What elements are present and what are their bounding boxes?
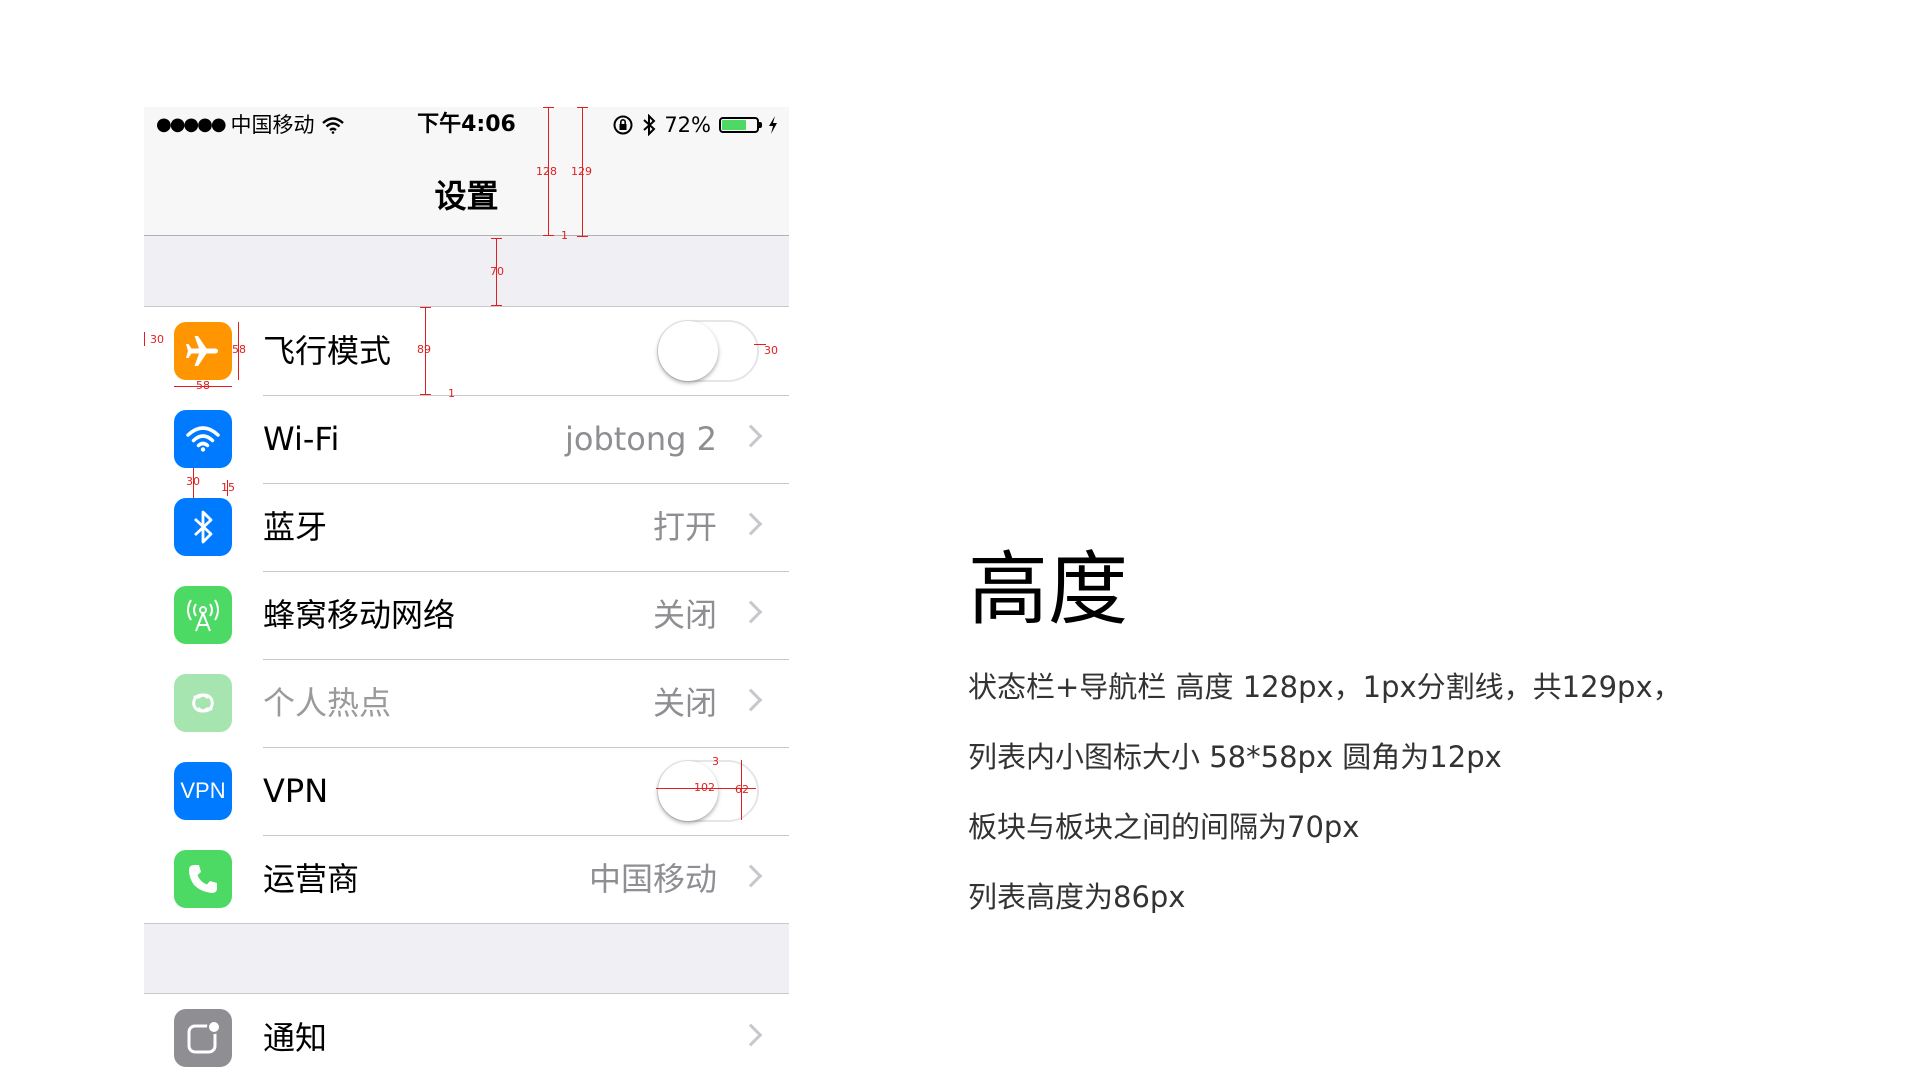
settings-row-6[interactable]: VPN VPN (144, 747, 789, 835)
dim-label-toggle-pad: 3 (712, 755, 719, 768)
battery-level-fill (722, 120, 747, 130)
spec-note: 状态栏+导航栏 高度 128px，1px分割线，共129px， (968, 670, 1682, 704)
settings-row-7[interactable]: 运营商 中国移动 (144, 835, 789, 923)
wifi-icon (174, 410, 232, 468)
settings-row-label: 运营商 (263, 860, 360, 898)
dim-label-icon-width: 58 (196, 379, 210, 392)
spec-title: 高度 (968, 543, 1128, 636)
settings-row-label: 蓝牙 (263, 508, 328, 546)
settings-row-label: 个人热点 (263, 684, 392, 722)
battery-percent: 72% (664, 113, 711, 137)
bluetooth-icon (174, 498, 232, 556)
settings-row-label: 蜂窝移动网络 (263, 596, 456, 634)
settings-row-label: Wi-Fi (263, 420, 340, 458)
charging-bolt-icon (769, 116, 777, 134)
toggle-knob (658, 321, 718, 381)
dim-tick (420, 307, 431, 308)
dim-label-left-margin: 30 (150, 333, 164, 346)
dim-label-divider: 1 (561, 229, 568, 242)
chevron-right-icon (739, 688, 763, 712)
settings-screen: ●●●●● 中国移动 下午4:06 72% 设置 飞行模式 Wi-Fi jobt… (144, 107, 789, 1080)
settings-row-value: 打开 (652, 508, 717, 546)
settings-group-notifications: 通知 (144, 994, 789, 1080)
spec-note: 板块与板块之间的间隔为70px (968, 810, 1360, 844)
settings-row-value: jobtong 2 (564, 420, 717, 458)
dim-label-toggle-height: 62 (735, 783, 749, 796)
dim-label-toggle-width: 102 (694, 781, 715, 794)
dim-label-icon-top: 15 (221, 481, 235, 494)
dim-tick (491, 305, 502, 306)
status-and-nav-bar: ●●●●● 中国移动 下午4:06 72% 设置 (144, 107, 789, 236)
settings-row-2[interactable]: Wi-Fi jobtong 2 (144, 395, 789, 483)
dim-tick (577, 236, 588, 237)
dim-label-header-total: 129 (571, 165, 592, 178)
settings-row-1[interactable]: 通知 (144, 994, 789, 1080)
dim-tick (144, 332, 145, 346)
hotspot-link-icon (174, 674, 232, 732)
dim-label-row-divider: 1 (448, 387, 455, 400)
dim-label-icon-height: 58 (232, 343, 246, 356)
dim-label-right-margin: 30 (764, 344, 778, 357)
settings-row-3[interactable]: 蓝牙 打开 (144, 483, 789, 571)
cellular-antenna-icon (174, 586, 232, 644)
notification-icon (174, 1009, 232, 1067)
phone-icon (174, 850, 232, 908)
settings-row-value: 中国移动 (588, 860, 717, 898)
settings-row-label: VPN (263, 772, 329, 810)
settings-group-connectivity: 飞行模式 Wi-Fi jobtong 2 蓝牙 打开 蜂窝移动网络 关闭 个人热点 关闭 VPN V… (144, 307, 789, 923)
bluetooth-status-icon (643, 114, 656, 136)
dim-tick (543, 107, 554, 108)
dim-tick (491, 238, 502, 239)
dim-label-row-height: 89 (417, 343, 431, 356)
status-right: 72% (612, 113, 779, 137)
vpn-icon: VPN (174, 762, 232, 820)
group-bottom-divider (144, 923, 789, 924)
settings-row-label: 通知 (263, 1019, 328, 1057)
spec-note: 列表内小图标大小 58*58px 圆角为12px (968, 740, 1502, 774)
spec-note: 列表高度为86px (968, 880, 1186, 914)
chevron-right-icon (739, 600, 763, 624)
settings-row-value: 关闭 (652, 684, 717, 722)
page-title: 设置 (434, 177, 499, 215)
dim-label-icon-gap: 30 (186, 475, 200, 488)
dim-label-header-height: 128 (536, 165, 557, 178)
settings-row-label: 飞行模式 (263, 332, 392, 370)
chevron-right-icon (739, 864, 763, 888)
dim-tick (543, 235, 554, 236)
chevron-right-icon (739, 424, 763, 448)
chevron-right-icon (739, 1023, 763, 1047)
dim-tick (420, 394, 431, 395)
settings-row-4[interactable]: 蜂窝移动网络 关闭 (144, 571, 789, 659)
toggle-switch[interactable] (657, 320, 759, 382)
battery-icon (719, 117, 762, 133)
dim-tick (577, 107, 588, 108)
settings-row-5[interactable]: 个人热点 关闭 (144, 659, 789, 747)
rotation-lock-icon (613, 115, 633, 135)
settings-row-value: 关闭 (652, 596, 717, 634)
dim-label-section-gap: 70 (490, 265, 504, 278)
chevron-right-icon (739, 512, 763, 536)
airplane-icon (174, 322, 232, 380)
